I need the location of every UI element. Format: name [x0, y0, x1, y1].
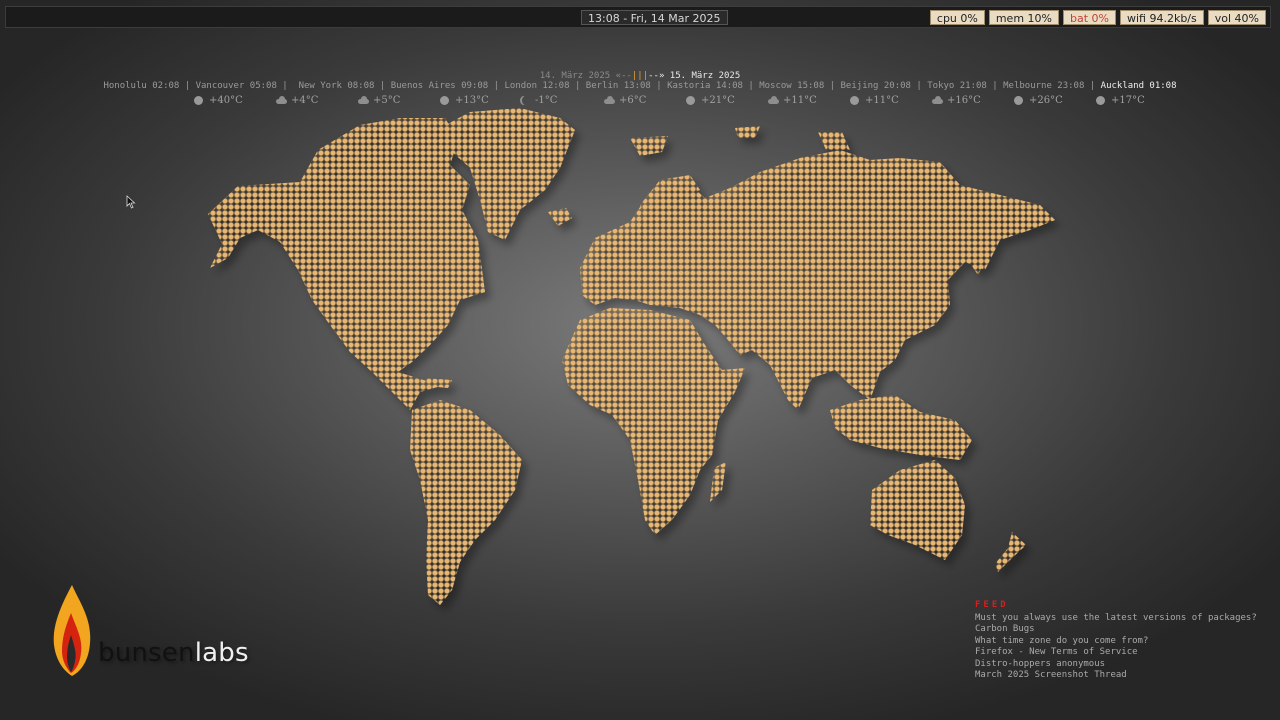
sun-icon	[1014, 96, 1023, 105]
temp-buenos-aires: +13°C	[436, 95, 518, 106]
feed-item[interactable]: Must you always use the latest versions …	[975, 613, 1257, 625]
temperature-row: +40°C +4°C +5°C +13°C -1°C +6°C +21°C +1…	[190, 95, 1174, 106]
island-new-zealand	[995, 532, 1026, 572]
logo-part-bunsen: bunsen	[98, 638, 195, 668]
continent-australia	[870, 460, 965, 560]
continent-south-america	[410, 400, 522, 605]
sun-icon	[440, 96, 449, 105]
sun-icon	[194, 96, 203, 105]
feed-item[interactable]: Distro-hoppers anonymous	[975, 659, 1257, 671]
temp-value: +5°C	[373, 95, 401, 106]
temp-value: +4°C	[291, 95, 319, 106]
cloud-icon	[604, 96, 615, 105]
cloud-icon	[768, 96, 779, 105]
island-madagascar	[710, 462, 726, 502]
battery-indicator[interactable]: bat 0%	[1063, 10, 1116, 25]
temp-value: +21°C	[701, 95, 735, 106]
zone-london: London 12:08	[504, 81, 570, 91]
feed-item[interactable]: What time zone do you come from?	[975, 636, 1257, 648]
temp-tokyo: +16°C	[928, 95, 1010, 106]
temp-value: +17°C	[1111, 95, 1145, 106]
island-novaya-zemlya	[735, 126, 760, 138]
zone-buenos-aires: Buenos Aires 09:08	[390, 81, 489, 91]
feed-item[interactable]: March 2025 Screenshot Thread	[975, 670, 1257, 682]
feed-item[interactable]: Firefox - New Terms of Service	[975, 647, 1257, 659]
bunsenlabs-flame-icon	[53, 585, 91, 676]
feed-title: FEED	[975, 600, 1009, 610]
island-iceland	[548, 208, 572, 226]
zone-melbourne: Melbourne 23:08	[1003, 81, 1085, 91]
temp-moscow: +11°C	[764, 95, 846, 106]
cloud-icon	[276, 96, 287, 105]
top-panel: 13:08 - Fri, 14 Mar 2025 cpu 0% mem 10% …	[5, 6, 1271, 28]
zone-beijing: Beijing 20:08	[840, 81, 911, 91]
logo-part-labs: labs	[194, 638, 249, 668]
clock[interactable]: 13:08 - Fri, 14 Mar 2025	[581, 10, 728, 25]
temp-value: +11°C	[783, 95, 817, 106]
date-line: 14. März 2025 «--|||--» 15. März 2025	[0, 71, 1280, 81]
cpu-indicator[interactable]: cpu 0%	[929, 10, 985, 25]
temp-value: -1°C	[535, 95, 558, 106]
zone-tokyo: Tokyo 21:08	[927, 81, 987, 91]
island-severnaya	[818, 132, 850, 150]
temp-honolulu: +40°C	[190, 95, 272, 106]
sun-icon	[686, 96, 695, 105]
volume-indicator[interactable]: vol 40%	[1207, 10, 1266, 25]
mem-indicator[interactable]: mem 10%	[988, 10, 1059, 25]
wifi-indicator[interactable]: wifi 94.2kb/s	[1119, 10, 1204, 25]
feed-panel: FEED Must you always use the latest vers…	[975, 600, 1257, 682]
cloud-icon	[358, 96, 369, 105]
temp-auckland: +17°C	[1092, 95, 1174, 106]
mouse-cursor-icon	[126, 195, 136, 209]
moon-icon	[522, 96, 529, 105]
zone-auckland: Auckland 01:08	[1100, 81, 1177, 91]
temp-london: -1°C	[518, 95, 600, 106]
temp-melbourne: +26°C	[1010, 95, 1092, 106]
temp-kastoria: +21°C	[682, 95, 764, 106]
date-right: --» 15. März 2025	[648, 71, 741, 81]
temp-value: +26°C	[1029, 95, 1063, 106]
island-svalbard	[630, 136, 668, 156]
continent-africa	[562, 308, 745, 535]
timezone-list: Honolulu 02:08 | Vancouver 05:08 | New Y…	[103, 81, 1177, 91]
zone-berlin: Berlin 13:08	[585, 81, 651, 91]
temp-value: +40°C	[209, 95, 243, 106]
zone-kastoria: Kastoria 14:08	[667, 81, 743, 91]
region-southeast-asia	[830, 395, 972, 460]
cloud-icon	[932, 96, 943, 105]
temp-value: +11°C	[865, 95, 899, 106]
temp-value: +13°C	[455, 95, 489, 106]
zone-moscow: Moscow 15:08	[759, 81, 825, 91]
bunsenlabs-logo-text: bunsenlabs	[98, 638, 249, 668]
continent-north-america	[208, 118, 485, 410]
temp-new-york: +5°C	[354, 95, 436, 106]
zone-vancouver: Vancouver 05:08	[195, 81, 277, 91]
status-area: cpu 0% mem 10% bat 0% wifi 94.2kb/s vol …	[929, 10, 1266, 25]
temp-value: +16°C	[947, 95, 981, 106]
temp-value: +6°C	[619, 95, 647, 106]
sun-icon	[850, 96, 859, 105]
date-marker: |||	[631, 71, 649, 81]
temp-berlin: +6°C	[600, 95, 682, 106]
temp-beijing: +11°C	[846, 95, 928, 106]
feed-item[interactable]: Carbon Bugs	[975, 624, 1257, 636]
sun-icon	[1096, 96, 1105, 105]
zone-new-york: New York 08:08	[298, 81, 375, 91]
zone-honolulu: Honolulu 02:08	[103, 81, 180, 91]
date-left: 14. März 2025 «--	[539, 71, 632, 81]
temp-vancouver: +4°C	[272, 95, 354, 106]
